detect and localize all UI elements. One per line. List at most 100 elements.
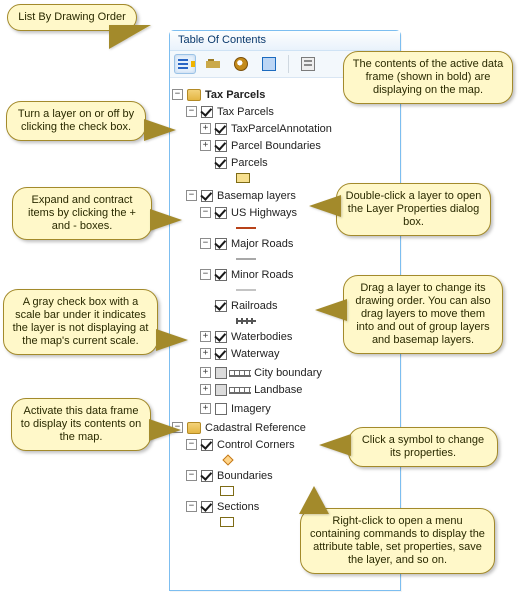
layer-label: City boundary xyxy=(254,367,322,379)
expander-minus[interactable]: − xyxy=(186,106,197,117)
visibility-checkbox[interactable] xyxy=(215,140,227,152)
visibility-checkbox[interactable] xyxy=(215,123,227,135)
options-icon xyxy=(301,57,315,71)
visibility-checkbox-out-of-scale[interactable] xyxy=(215,367,227,379)
layer-label: Basemap layers xyxy=(217,190,296,202)
expander-none xyxy=(200,300,211,311)
list-by-selection-button[interactable] xyxy=(258,54,280,74)
visibility-checkbox[interactable] xyxy=(215,331,227,343)
layer-row[interactable]: + Parcel Boundaries xyxy=(172,137,396,154)
callout-text: A gray check box with a scale bar under … xyxy=(13,296,149,347)
visibility-checkbox[interactable] xyxy=(201,106,213,118)
layer-label: Major Roads xyxy=(231,238,293,250)
layer-label: Landbase xyxy=(254,384,302,396)
visibility-checkbox[interactable] xyxy=(215,238,227,250)
callout-drag-layer: Drag a layer to change its drawing order… xyxy=(343,275,503,354)
layer-label: Waterbodies xyxy=(231,331,292,343)
expander-minus[interactable]: − xyxy=(186,470,197,481)
layer-row[interactable]: − Boundaries xyxy=(172,467,396,484)
callout-activate-frame: Activate this data frame to display its … xyxy=(11,398,151,451)
expander-minus[interactable]: − xyxy=(186,501,197,512)
symbol-swatch[interactable] xyxy=(236,318,256,324)
expander-plus[interactable]: + xyxy=(200,367,211,378)
layer-label: Boundaries xyxy=(217,470,273,482)
scale-indicator-icon xyxy=(229,368,251,377)
callout-text: List By Drawing Order xyxy=(18,11,126,23)
symbol-swatch[interactable] xyxy=(236,289,256,291)
expander-none xyxy=(200,157,211,168)
layer-row[interactable]: + Imagery xyxy=(172,400,396,417)
list-by-source-button[interactable] xyxy=(202,54,224,74)
expander-plus[interactable]: + xyxy=(200,348,211,359)
callout-text: Drag a layer to change its drawing order… xyxy=(355,282,490,346)
visibility-checkbox[interactable] xyxy=(201,190,213,202)
callout-text: Activate this data frame to display its … xyxy=(21,405,141,443)
options-button[interactable] xyxy=(297,54,319,74)
data-frame-label: Cadastral Reference xyxy=(205,422,306,434)
toolbar-separator xyxy=(288,55,289,73)
data-frame-label: Tax Parcels xyxy=(205,89,265,101)
symbol-swatch[interactable] xyxy=(220,517,234,527)
expander-plus[interactable]: + xyxy=(200,331,211,342)
symbol-swatch[interactable] xyxy=(220,486,234,496)
list-visibility-icon xyxy=(234,57,248,71)
group-layer[interactable]: − Tax Parcels xyxy=(172,103,396,120)
list-by-visibility-button[interactable] xyxy=(230,54,252,74)
symbol-swatch[interactable] xyxy=(236,258,256,260)
visibility-checkbox[interactable] xyxy=(215,269,227,281)
layer-row[interactable]: + City boundary xyxy=(172,364,396,381)
callout-text: Double-click a layer to open the Layer P… xyxy=(346,190,482,228)
layer-label: Sections xyxy=(217,501,259,513)
callout-scale-checkbox: A gray check box with a scale bar under … xyxy=(3,289,158,355)
callout-text: The contents of the active data frame (s… xyxy=(353,58,503,96)
callout-text: Click a symbol to change its properties. xyxy=(362,434,484,459)
layer-label: TaxParcelAnnotation xyxy=(231,123,332,135)
visibility-checkbox[interactable] xyxy=(215,300,227,312)
expander-plus[interactable]: + xyxy=(200,403,211,414)
callout-layer-properties: Double-click a layer to open the Layer P… xyxy=(336,183,491,236)
callout-active-data-frame: The contents of the active data frame (s… xyxy=(343,51,513,104)
visibility-checkbox[interactable] xyxy=(201,439,213,451)
data-frame-icon xyxy=(187,422,201,434)
layer-label: Imagery xyxy=(231,403,271,415)
symbol-swatch[interactable] xyxy=(236,227,256,229)
layer-label: Minor Roads xyxy=(231,269,293,281)
visibility-checkbox[interactable] xyxy=(201,470,213,482)
visibility-checkbox[interactable] xyxy=(215,403,227,415)
layer-row[interactable]: + TaxParcelAnnotation xyxy=(172,120,396,137)
layer-label: Waterway xyxy=(231,348,280,360)
visibility-checkbox-out-of-scale[interactable] xyxy=(215,384,227,396)
callout-symbol-properties: Click a symbol to change its properties. xyxy=(348,427,498,467)
expander-minus[interactable]: − xyxy=(186,439,197,450)
expander-minus[interactable]: − xyxy=(200,269,211,280)
callout-text: Right-click to open a menu containing co… xyxy=(310,515,485,566)
visibility-checkbox[interactable] xyxy=(201,501,213,513)
expander-plus[interactable]: + xyxy=(200,123,211,134)
expander-minus[interactable]: − xyxy=(172,89,183,100)
callout-expand-collapse: Expand and contract items by clicking th… xyxy=(12,187,152,240)
expander-minus[interactable]: − xyxy=(186,190,197,201)
callout-text: Expand and contract items by clicking th… xyxy=(28,194,136,232)
layer-row[interactable]: + Landbase xyxy=(172,381,396,398)
layer-row[interactable]: − Major Roads xyxy=(172,235,396,252)
callout-text: Turn a layer on or off by clicking the c… xyxy=(18,108,134,133)
list-by-drawing-order-button[interactable] xyxy=(174,54,196,74)
list-order-icon xyxy=(178,57,192,71)
expander-minus[interactable]: − xyxy=(200,207,211,218)
visibility-checkbox[interactable] xyxy=(215,207,227,219)
layer-row[interactable]: Parcels xyxy=(172,154,396,171)
visibility-checkbox[interactable] xyxy=(215,157,227,169)
layer-label: Control Corners xyxy=(217,439,295,451)
layer-label: Parcels xyxy=(231,157,268,169)
visibility-checkbox[interactable] xyxy=(215,348,227,360)
expander-plus[interactable]: + xyxy=(200,384,211,395)
expander-plus[interactable]: + xyxy=(200,140,211,151)
layer-label: US Highways xyxy=(231,207,297,219)
callout-toggle-layer: Turn a layer on or off by clicking the c… xyxy=(6,101,146,141)
symbol-swatch[interactable] xyxy=(222,454,233,465)
panel-title: Table Of Contents xyxy=(170,31,400,51)
list-source-icon xyxy=(206,57,220,71)
expander-minus[interactable]: − xyxy=(200,238,211,249)
symbol-swatch[interactable] xyxy=(236,173,250,183)
list-selection-icon xyxy=(262,57,276,71)
